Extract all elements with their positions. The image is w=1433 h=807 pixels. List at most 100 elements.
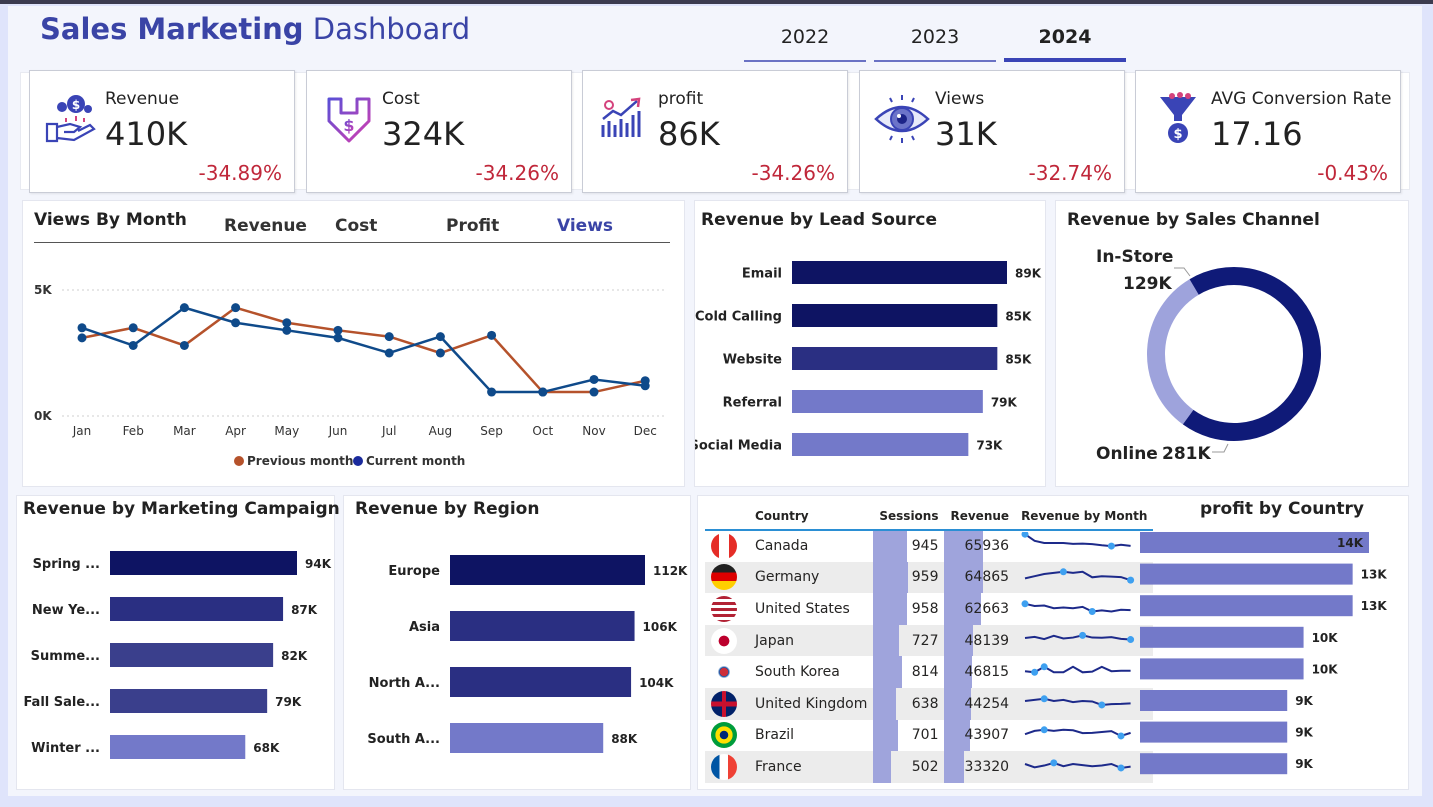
tab-revenue[interactable]: Revenue	[224, 216, 307, 236]
table-row[interactable]: Japan 727 48139	[705, 624, 1154, 657]
data-label: 79K	[991, 396, 1018, 410]
revenue-value: 43907	[964, 727, 1010, 744]
tab-year-2024[interactable]: 2024	[1004, 22, 1126, 62]
sessions-value: 638	[911, 695, 939, 712]
sparkline	[1024, 571, 1131, 582]
sessions-data-bar	[873, 624, 900, 657]
bar	[1140, 563, 1353, 585]
header-country[interactable]: Country	[749, 502, 874, 531]
donut-slice-in-store	[1147, 279, 1199, 425]
legend-current-label: Current month	[366, 454, 466, 468]
revenue-sparkline	[1021, 530, 1131, 550]
country-cell: Japan	[749, 624, 874, 657]
header-revenue[interactable]: Revenue	[944, 502, 1016, 531]
bar	[1140, 721, 1288, 743]
revenue-sparkline	[1024, 759, 1131, 772]
bar	[110, 643, 274, 667]
sessions-value: 959	[911, 569, 939, 586]
svg-text:$: $	[343, 116, 354, 135]
revenue-value: 65936	[964, 538, 1010, 555]
category-label: Social Media	[695, 439, 782, 454]
data-label: 10K	[1312, 662, 1339, 676]
title-light: Dashboard	[312, 12, 471, 46]
bar	[110, 551, 297, 575]
tab-views[interactable]: Views	[557, 216, 613, 236]
header-revenue-by-month[interactable]: Revenue by Month	[1015, 502, 1154, 531]
table-row[interactable]: South Korea 814 46815	[705, 656, 1153, 688]
data-point	[538, 387, 548, 397]
tab-year-2022[interactable]: 2022	[744, 22, 866, 62]
sessions-cell: 727	[873, 624, 945, 657]
data-label: 87K	[291, 603, 318, 617]
flag-cell	[705, 624, 749, 657]
sparkline-marker	[1079, 631, 1087, 639]
sessions-cell: 958	[873, 593, 944, 625]
kpi-value: 410K	[105, 115, 188, 153]
kpi-label: AVG Conversion Rate	[1211, 89, 1392, 109]
x-tick-label: Feb	[123, 424, 144, 438]
tab-cost[interactable]: Cost	[335, 216, 377, 236]
table-row[interactable]: Canada 945 65936	[705, 530, 1153, 562]
bar	[450, 555, 645, 585]
flag-france-icon	[711, 753, 737, 780]
table-row[interactable]: Germany 959 64865	[705, 561, 1154, 594]
table-row[interactable]: Brazil 701 43907	[705, 719, 1153, 752]
data-label: 88K	[611, 732, 638, 746]
category-label: Winter ...	[31, 741, 100, 756]
leader-line	[1212, 443, 1229, 453]
bar	[450, 667, 632, 697]
flag-germany-icon	[711, 564, 737, 591]
svg-text:$: $	[72, 98, 80, 112]
table-row[interactable]: United States 958 62663	[705, 593, 1153, 625]
sessions-data-bar	[873, 656, 903, 688]
data-point	[487, 330, 497, 340]
tab-profit[interactable]: Profit	[446, 216, 499, 236]
x-tick-label: Jan	[72, 424, 92, 438]
sparkline-cell	[1015, 593, 1153, 625]
sparkline-cell	[1015, 687, 1154, 720]
bar	[792, 261, 1007, 284]
sessions-value: 701	[911, 727, 939, 744]
tab-year-2023[interactable]: 2023	[874, 22, 996, 62]
kpi-card-profit: profit 86K -34.26%	[582, 70, 848, 193]
slice-value-label: 129K	[1123, 274, 1172, 294]
flag-korea-icon	[711, 659, 737, 686]
region-title: Revenue by Region	[355, 499, 540, 519]
profit-country-title: profit by Country	[1200, 499, 1364, 519]
slice-value-label: 281K	[1162, 444, 1211, 464]
bar	[110, 597, 284, 621]
revenue-cell: 46815	[944, 656, 1015, 688]
bar	[110, 689, 268, 713]
category-label: Summe...	[31, 649, 100, 664]
bar	[110, 735, 246, 759]
header-sessions[interactable]: Sessions	[873, 502, 945, 531]
data-label: 82K	[281, 649, 308, 663]
sessions-cell: 814	[873, 656, 944, 688]
y-tick-label: 5K	[34, 283, 52, 297]
bar	[792, 347, 998, 370]
data-label: 106K	[643, 620, 678, 634]
sparkline	[1024, 761, 1131, 769]
table-row[interactable]: France 502 33320	[705, 751, 1154, 783]
x-tick-label: Nov	[582, 424, 605, 438]
lead-source-chart: Email 89K Cold Calling 85K Website 85K Referra…	[695, 261, 1042, 456]
sessions-data-bar	[873, 719, 899, 752]
x-tick-label: May	[274, 424, 299, 438]
table-row[interactable]: United Kingdom 638 44254	[705, 687, 1154, 720]
sparkline-marker	[1127, 577, 1135, 585]
sales-channel-donut: In-Store 129K Online 281K	[1096, 247, 1321, 464]
data-point	[77, 333, 87, 343]
data-point	[128, 340, 138, 350]
bar	[450, 611, 635, 641]
bar	[1140, 658, 1304, 680]
campaign-title: Revenue by Marketing Campaign	[23, 499, 340, 519]
table-header-row: Country Sessions Revenue Revenue by Mont…	[705, 502, 1154, 531]
legend-previous: Previous month	[234, 454, 353, 468]
data-label: 79K	[275, 695, 302, 709]
flag-cell	[705, 687, 749, 720]
page-title: Sales Marketing Dashboard	[40, 12, 470, 46]
data-point	[333, 325, 343, 335]
x-tick-label: Apr	[225, 424, 246, 438]
country-cell: United States	[755, 600, 850, 617]
country-cell: Canada	[755, 538, 809, 555]
